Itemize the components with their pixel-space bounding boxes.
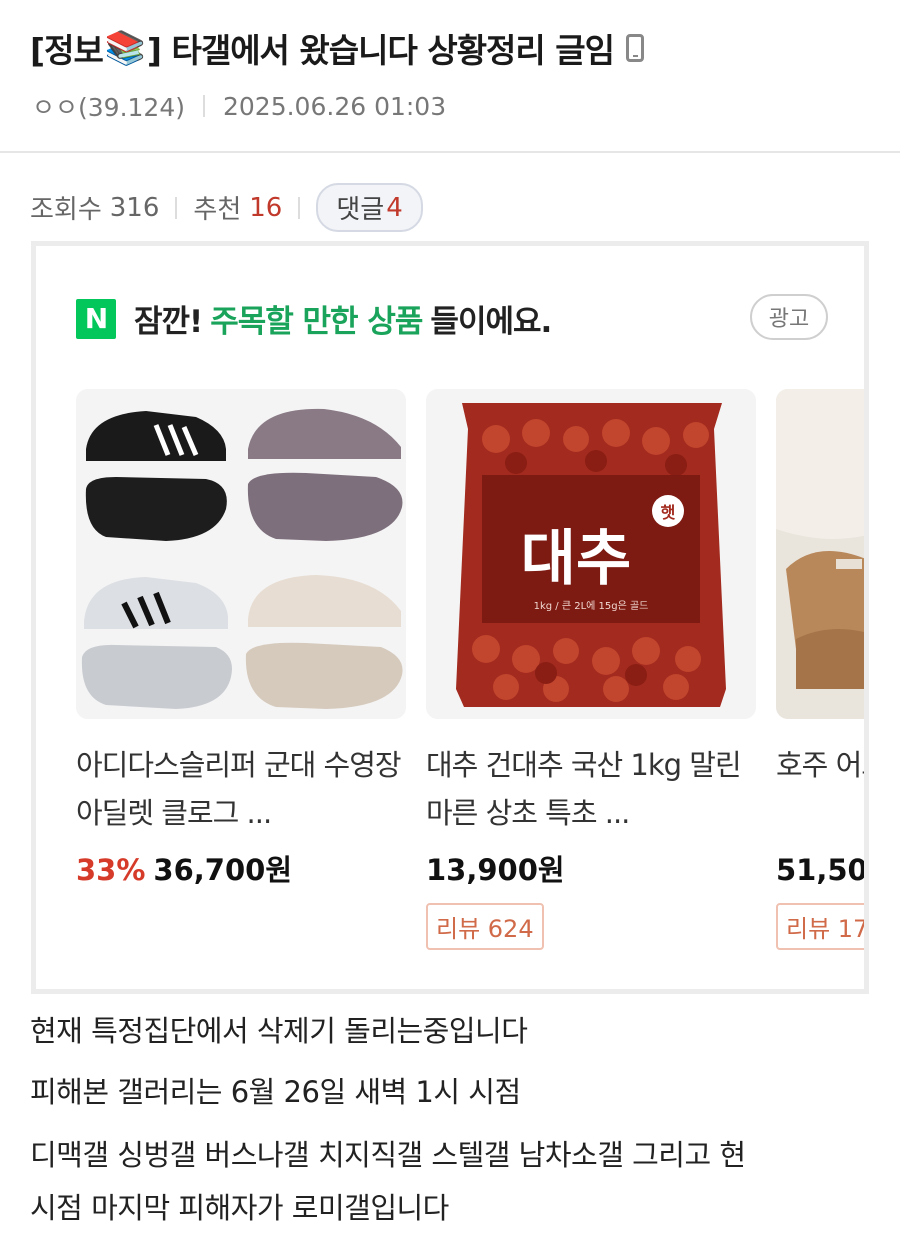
comments-label: 댓글 <box>336 195 385 225</box>
post-body-line: 현재 특정집단에서 삭제기 돌리는중입니다 <box>30 1014 528 1048</box>
views-label: 조회수 <box>30 195 102 225</box>
product-discount: 33% <box>76 853 146 887</box>
package-brand-text: 대추 <box>521 524 631 594</box>
product-card[interactable]: 아디다스슬리퍼 군대 수영장 아딜렛 클로그 ... 33% 36,700원 <box>76 389 406 889</box>
product-image-slippers[interactable] <box>76 389 406 719</box>
product-card[interactable]: 호주 어그 스웨이드 51,500원 리뷰 17 <box>776 389 868 950</box>
product-price-row: 13,900원 <box>426 847 756 889</box>
product-review-badge: 리뷰 17 <box>776 903 864 950</box>
title-main: ] 타갤에서 왔습니다 상황정리 글임 <box>146 31 615 70</box>
product-review-badge: 리뷰 624 <box>426 903 544 950</box>
stats-separator <box>175 196 178 219</box>
post-body-line: 피해본 갤러리는 6월 26일 새벽 1시 시점 <box>30 1075 521 1109</box>
naver-logo-icon: N <box>76 298 116 339</box>
ad-head-suffix: 들이에요. <box>430 304 552 340</box>
comments-count: 4 <box>386 192 403 223</box>
mobile-phone-icon <box>625 34 644 62</box>
post-body-line: 시점 마지막 피해자가 로미갤입니다 <box>30 1191 449 1225</box>
product-card[interactable]: 대추 햇 1kg / 큰 2L에 15g은 골드 대추 건대추 국산 1kg 말… <box>426 389 756 950</box>
author-name[interactable]: ㅇㅇ(39.124) <box>32 88 185 124</box>
jujube-package-image: 대추 햇 1kg / 큰 2L에 15g은 골드 <box>426 389 756 719</box>
product-image-sandals[interactable] <box>776 389 864 719</box>
sandals-image <box>776 389 864 719</box>
post-title: [정보 📚 ] 타갤에서 왔습니다 상황정리 글임 <box>30 24 880 72</box>
title-prefix: [정보 <box>30 31 104 70</box>
package-badge-text: 햇 <box>661 503 676 522</box>
slippers-image <box>76 389 406 719</box>
books-icon: 📚 <box>104 28 146 67</box>
product-carousel: 아디다스슬리퍼 군대 수영장 아딜렛 클로그 ... 33% 36,700원 대… <box>76 389 868 989</box>
recommend-label: 추천 <box>193 195 242 225</box>
product-name[interactable]: 호주 어그 스웨이드 <box>776 741 864 837</box>
post-body-line: 디맥갤 싱벙갤 버스나갤 치지직갤 스텔갤 남차소갤 그리고 현 <box>30 1138 746 1172</box>
views-count: 316 <box>109 192 160 223</box>
product-price: 36,700원 <box>153 853 293 887</box>
ad-banner: N 잠깐! 주목할 만한 상품 들이에요. 광고 아디다스슬리퍼 군대 수영장 … <box>31 241 869 994</box>
comments-button[interactable]: 댓글 4 <box>316 183 423 232</box>
header-divider <box>0 151 900 153</box>
ad-badge[interactable]: 광고 <box>750 294 828 340</box>
post-stats: 조회수 316 추천 16 댓글 4 <box>30 183 423 232</box>
product-image-jujube[interactable]: 대추 햇 1kg / 큰 2L에 15g은 골드 <box>426 389 756 719</box>
ad-head-highlight: 주목할 만한 상품 <box>210 304 423 340</box>
meta-separator <box>202 95 205 117</box>
post-meta: ㅇㅇ(39.124) 2025.06.26 01:03 <box>32 88 446 124</box>
post-date: 2025.06.26 01:03 <box>222 91 447 121</box>
package-small-text: 1kg / 큰 2L에 15g은 골드 <box>534 600 649 612</box>
product-price: 51,500원 <box>776 853 868 887</box>
product-name[interactable]: 아디다스슬리퍼 군대 수영장 아딜렛 클로그 ... <box>76 741 406 837</box>
ad-head-prefix: 잠깐! <box>134 304 203 340</box>
stats-separator <box>298 196 301 219</box>
product-price: 13,900원 <box>426 853 565 887</box>
ad-headline: N 잠깐! 주목할 만한 상품 들이에요. <box>76 296 552 341</box>
product-name[interactable]: 대추 건대추 국산 1kg 말린 마른 상초 특초 ... <box>426 741 756 837</box>
product-price-row: 33% 36,700원 <box>76 847 406 889</box>
recommend-count: 16 <box>249 192 283 223</box>
product-price-row: 51,500원 <box>776 847 868 889</box>
